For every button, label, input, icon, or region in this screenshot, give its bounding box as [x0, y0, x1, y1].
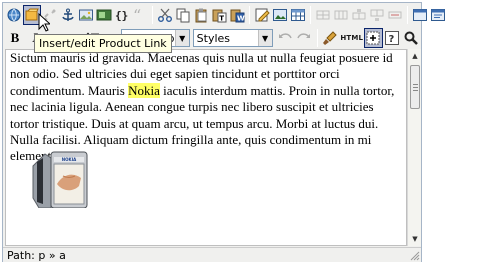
scrollbar-thumb[interactable] [410, 65, 420, 109]
media-icon [96, 9, 112, 21]
product-link[interactable]: Nokia [128, 82, 160, 98]
chevron-down-icon: ▼ [174, 30, 189, 46]
copy-button[interactable] [174, 5, 192, 25]
paste-text-button[interactable]: T [210, 5, 228, 25]
preview-button[interactable] [429, 5, 447, 25]
insert-row-after-icon [370, 9, 384, 21]
broom-icon [323, 31, 337, 45]
code-button[interactable]: {} [113, 5, 131, 25]
mouse-pointer-icon [38, 13, 50, 32]
redo-button[interactable] [295, 28, 314, 48]
image-button[interactable] [77, 5, 95, 25]
grip-line [413, 84, 418, 85]
html-source-button[interactable]: HTML [340, 28, 364, 48]
visual-aid-icon [366, 31, 380, 45]
link-globe-button[interactable] [5, 5, 23, 25]
insert-row-before-button[interactable] [350, 5, 368, 25]
paste-word-button[interactable]: W [228, 5, 246, 25]
window-icon [413, 9, 427, 21]
separator [249, 6, 250, 24]
separator [316, 29, 318, 47]
paste-word-icon: W [230, 9, 245, 23]
blockquote-button[interactable]: “ [131, 5, 149, 25]
cleanup-button[interactable] [321, 28, 340, 48]
separator [152, 6, 153, 24]
toolbar-row-1: {} “ T W [3, 3, 445, 27]
styles-select-value: Styles [196, 31, 231, 45]
help-button[interactable]: ? [383, 28, 402, 48]
visual-aid-button[interactable] [363, 28, 383, 48]
copy-icon [176, 8, 190, 23]
tooltip: Insert/edit Product Link [34, 34, 172, 53]
content-scrollbar[interactable]: ▲ ▼ [407, 49, 421, 246]
resize-grip-icon[interactable] [410, 251, 420, 261]
grip-line [413, 90, 418, 91]
quote-icon: “ [133, 7, 141, 23]
html-label: HTML [340, 34, 364, 42]
table-cell-props-button[interactable] [332, 5, 350, 25]
element-path: Path: p » a [7, 248, 66, 262]
styles-select[interactable]: Styles ▼ [192, 29, 273, 47]
table-icon [291, 9, 305, 21]
svg-text:W: W [237, 15, 245, 23]
cut-button[interactable] [156, 5, 174, 25]
braces-icon: {} [115, 9, 128, 22]
separator [407, 6, 408, 24]
search-icon [404, 31, 419, 45]
redo-icon [297, 33, 311, 39]
svg-text:?: ? [389, 34, 395, 45]
scroll-down-arrow-icon[interactable]: ▼ [408, 232, 422, 246]
delete-row-button[interactable] [386, 5, 404, 25]
scissors-icon [158, 8, 172, 22]
image-icon [79, 9, 93, 21]
fullscreen-button[interactable] [411, 5, 429, 25]
edit-button[interactable] [253, 5, 271, 25]
globe-link-icon [7, 8, 21, 22]
row-props-icon [316, 10, 330, 20]
insert-row-after-button[interactable] [368, 5, 386, 25]
svg-text:“: “ [133, 7, 141, 23]
clipboard-icon [195, 8, 207, 23]
anchor-icon [62, 8, 74, 21]
separator [310, 6, 311, 24]
status-bar: Path: p » a [3, 247, 421, 262]
media-button[interactable] [95, 5, 113, 25]
bold-label: B [10, 30, 20, 45]
undo-button[interactable] [276, 28, 295, 48]
grip-line [413, 87, 418, 88]
help-icon: ? [385, 31, 400, 45]
anchor-button[interactable] [59, 5, 77, 25]
paste-button[interactable] [192, 5, 210, 25]
table-button[interactable] [289, 5, 307, 25]
undo-icon [279, 33, 292, 39]
insert-row-before-icon [352, 9, 366, 20]
delete-row-icon [388, 11, 402, 19]
edit-icon [255, 8, 270, 22]
svg-text:{}: {} [115, 9, 128, 22]
image-brand-text: NOKIA [62, 157, 77, 162]
scroll-up-arrow-icon[interactable]: ▲ [408, 49, 422, 63]
photo-icon [273, 9, 287, 21]
preview-icon [431, 9, 445, 21]
cell-props-icon [334, 10, 348, 20]
nokia-phone-image: NOKIA [32, 151, 88, 208]
paste-text-icon: T [212, 9, 227, 23]
table-row-props-button[interactable] [314, 5, 332, 25]
insert-image-button[interactable] [271, 5, 289, 25]
svg-text:T: T [219, 15, 224, 23]
chevron-down-icon: ▼ [257, 30, 272, 46]
bold-button[interactable]: B [5, 28, 25, 48]
search-button[interactable] [402, 28, 421, 48]
